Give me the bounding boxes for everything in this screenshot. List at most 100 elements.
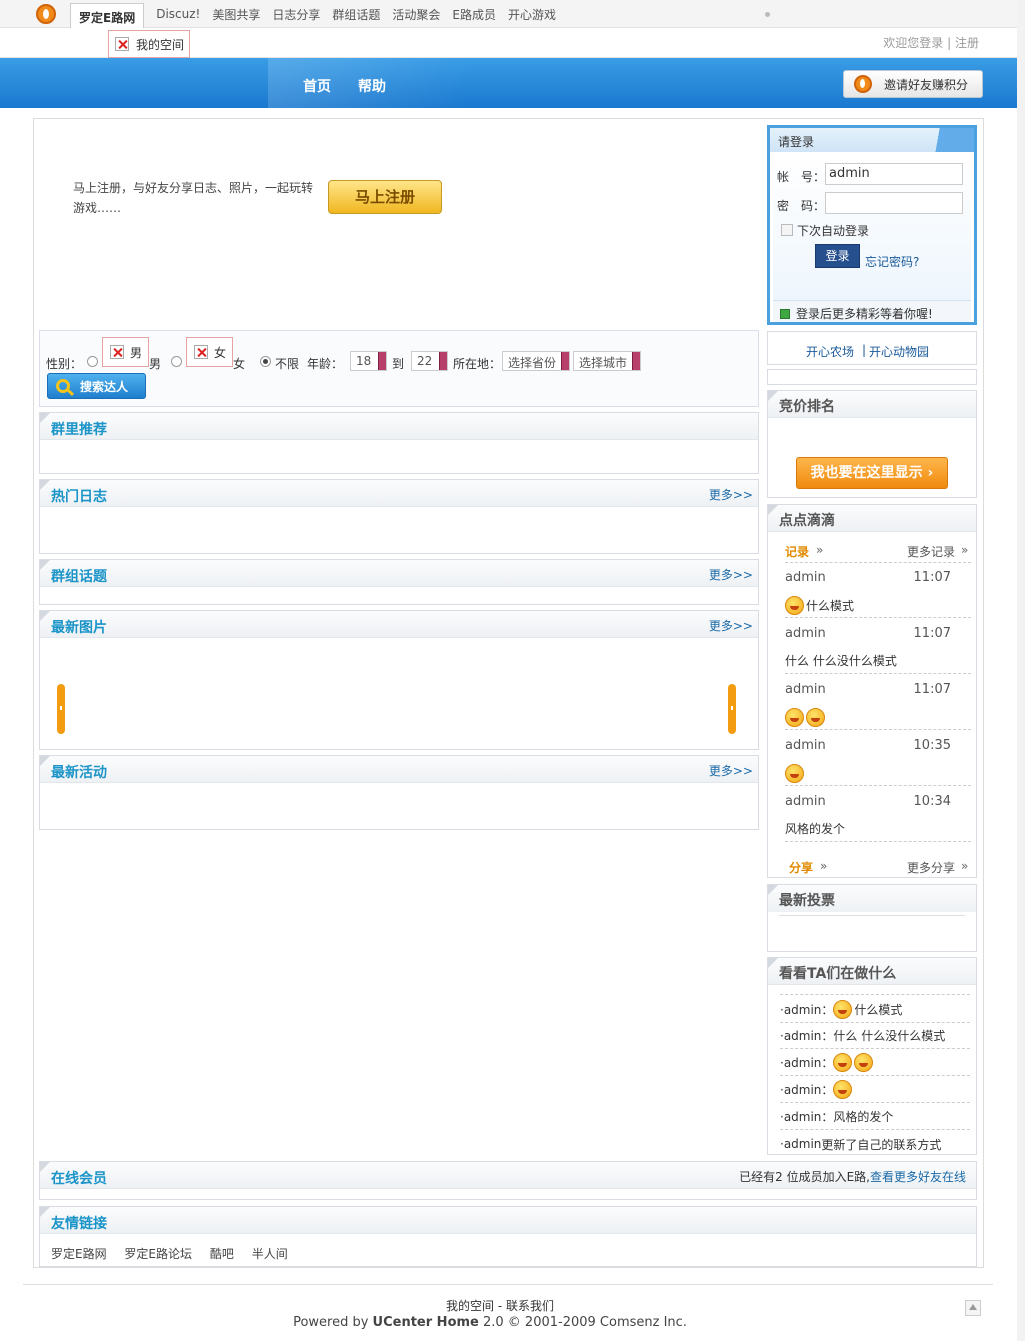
top-nav-groups[interactable]: 群组话题 (332, 6, 380, 23)
to-label: 到 (392, 357, 405, 371)
login-button[interactable]: 登录 (815, 244, 860, 268)
doing-text: 什么 什么没什么模式 (785, 654, 897, 668)
invite-label: 邀请好友赚积分 (884, 77, 969, 92)
doing-item: admin 11:07 (785, 674, 971, 730)
doing-user[interactable]: admin (785, 626, 826, 641)
whatdo-user[interactable]: ·admin： (780, 1027, 833, 1044)
whatdo-item: ·admin 更新了自己的联系方式 (780, 1131, 970, 1157)
more-link[interactable]: 更多>> (709, 762, 753, 779)
more-link[interactable]: 更多>> (709, 617, 753, 634)
top-nav-discuz[interactable]: Discuz! (156, 7, 200, 21)
whatdo-user[interactable]: ·admin： (780, 1054, 833, 1071)
panel-title: 最新活动 (51, 765, 107, 781)
ucenter-brand[interactable]: UCenter Home (373, 1315, 479, 1330)
gender-male-radio[interactable] (87, 356, 98, 367)
show-here-button[interactable]: 我也要在这里显示 › (796, 457, 948, 489)
top-nav-blogs[interactable]: 日志分享 (272, 6, 320, 23)
events-panel: 最新活动 更多>> (39, 755, 759, 830)
nav-home[interactable]: 首页 (303, 76, 331, 96)
register-now-button[interactable]: 马上注册 (328, 180, 442, 214)
top-nav-home[interactable]: 罗定E路网 (70, 2, 145, 29)
panel-title: 群组话题 (51, 569, 107, 585)
online-text: 已经有2 位成员加入E路, (739, 1170, 870, 1184)
panel-title: 群里推荐 (51, 422, 107, 438)
forgot-password-link[interactable]: 忘记密码? (865, 253, 919, 270)
footer-links[interactable]: 我的空间 - 联系我们 (0, 1297, 1000, 1314)
city-select[interactable]: 选择城市 (573, 351, 641, 371)
doing-user[interactable]: admin (785, 570, 826, 585)
more-shares-link[interactable]: 更多分享 (907, 859, 955, 876)
next-arrow-icon[interactable] (728, 684, 736, 734)
blogs-panel: 热门日志 更多>> (39, 479, 759, 554)
age-to-value: 22 (417, 354, 433, 368)
whatdo-user[interactable]: ·admin： (780, 1081, 833, 1098)
age-from-value: 18 (356, 354, 372, 368)
password-input[interactable] (825, 192, 963, 214)
age-from-select[interactable]: 18 (350, 351, 387, 371)
friend-link[interactable]: 酷吧 (210, 1247, 234, 1261)
smile-icon (785, 764, 804, 783)
friend-link[interactable]: 半人间 (252, 1247, 288, 1261)
doing-user[interactable]: admin (785, 682, 826, 697)
empty-box (767, 369, 977, 385)
happy-farm-link[interactable]: 开心农场 (806, 343, 854, 360)
doing-time: 11:07 (913, 570, 951, 585)
online-more-link[interactable]: 查看更多好友在线 (870, 1170, 966, 1184)
prev-arrow-icon[interactable] (57, 684, 65, 734)
my-space-link[interactable]: 我的空间 (108, 30, 190, 58)
age-label: 年龄： (307, 357, 344, 371)
panel-title: 热门日志 (51, 489, 107, 505)
smile-icon (833, 1000, 853, 1019)
top-nav-photos[interactable]: 美图共享 (212, 6, 260, 23)
share-tab[interactable]: 分享 (789, 859, 813, 876)
bidding-title: 竞价排名 (779, 399, 835, 415)
doing-user[interactable]: admin (785, 738, 826, 753)
friend-link[interactable]: 罗定E路论坛 (124, 1247, 192, 1261)
polls-box: 最新投票 (767, 884, 977, 952)
whatdo-item: ·admin： (780, 1077, 970, 1103)
nav-help[interactable]: 帮助 (358, 76, 386, 96)
gender-label: 性别： (46, 357, 83, 371)
happy-zoo-link[interactable]: 开心动物园 (869, 343, 929, 360)
more-link[interactable]: 更多>> (709, 486, 753, 503)
back-to-top-icon[interactable] (965, 1300, 981, 1316)
smile-icon (833, 1053, 853, 1072)
site-logo-icon[interactable] (36, 4, 56, 24)
female-label: 女 (233, 357, 246, 371)
record-tab[interactable]: 记录 (785, 543, 809, 560)
location-label: 所在地： (453, 357, 502, 371)
more-records-link[interactable]: 更多记录 (907, 543, 955, 560)
doing-user[interactable]: admin (785, 794, 826, 809)
online-panel: 在线会员 已经有2 位成员加入E路,查看更多好友在线 (39, 1161, 977, 1200)
broken-image-icon (194, 345, 208, 359)
top-nav-games[interactable]: 开心游戏 (508, 6, 556, 23)
auto-login-checkbox[interactable] (781, 224, 793, 236)
more-link[interactable]: 更多>> (709, 566, 753, 583)
register-link[interactable]: | 注册 (947, 36, 979, 50)
age-to-select[interactable]: 22 (411, 351, 448, 371)
whatdo-user[interactable]: ·admin： (780, 1001, 833, 1018)
password-label: 密 码： (777, 199, 826, 213)
whatdo-user[interactable]: ·admin (780, 1137, 821, 1151)
friendlinks-panel: 友情链接 罗定E路网 罗定E路论坛 酷吧 半人间 (39, 1206, 977, 1267)
account-input[interactable]: admin (825, 163, 963, 185)
whatdo-user[interactable]: ·admin： (780, 1108, 833, 1125)
invite-friends-button[interactable]: 邀请好友赚积分 (843, 70, 983, 98)
smile-icon (785, 708, 804, 727)
more-records-arrow: » (961, 543, 969, 557)
panel-title: 最新图片 (51, 620, 107, 636)
top-nav-events[interactable]: 活动聚会 (392, 6, 440, 23)
search-members-button[interactable]: 搜索达人 (47, 373, 146, 399)
smile-icon (833, 1080, 853, 1099)
top-nav-members[interactable]: E路成员 (452, 6, 496, 23)
scrollbar[interactable] (1017, 0, 1025, 1341)
gender-female-radio[interactable] (171, 356, 182, 367)
welcome-login-link[interactable]: 欢迎您登录 (883, 36, 943, 50)
female-image-label: 女 (214, 345, 227, 360)
gender-unlimited-radio[interactable] (260, 356, 271, 367)
friend-link[interactable]: 罗定E路网 (51, 1247, 107, 1261)
province-select[interactable]: 选择省份 (502, 351, 570, 371)
female-image-box: 女 (186, 337, 233, 367)
account-label: 帐 号： (777, 170, 826, 184)
whatdo-text: 更新了自己的联系方式 (821, 1137, 942, 1152)
